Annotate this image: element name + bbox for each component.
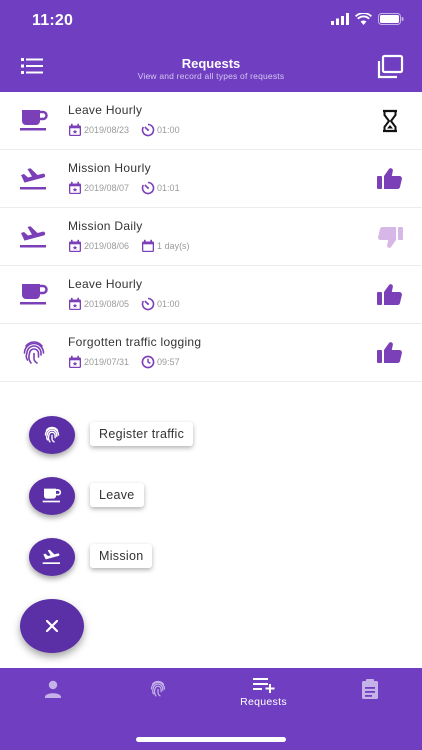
calendar-days-icon bbox=[142, 239, 155, 252]
calendar-star-icon bbox=[69, 297, 81, 310]
timer-icon bbox=[141, 181, 155, 195]
nav-traffic[interactable] bbox=[105, 678, 210, 718]
timer-icon bbox=[141, 123, 155, 137]
signal-icon bbox=[331, 13, 349, 25]
close-icon bbox=[45, 619, 59, 633]
status-bar: 11:20 bbox=[0, 0, 422, 40]
thumbs-up-icon bbox=[376, 340, 404, 366]
home-indicator bbox=[136, 737, 286, 742]
request-date: 2019/08/07 bbox=[84, 183, 130, 193]
fingerprint-icon bbox=[150, 680, 165, 697]
timer-icon bbox=[141, 297, 155, 311]
airplane-icon bbox=[18, 164, 50, 194]
leave-fab[interactable] bbox=[29, 477, 75, 515]
request-row[interactable]: Leave Hourly 2019/08/23 01:00 bbox=[0, 92, 422, 150]
playlist-add-icon bbox=[252, 678, 274, 693]
thumbs-down-icon bbox=[376, 224, 404, 250]
leave-label[interactable]: Leave bbox=[90, 483, 144, 507]
request-date: 2019/08/06 bbox=[84, 241, 130, 251]
request-title: Mission Hourly bbox=[68, 161, 151, 175]
request-row[interactable]: Leave Hourly 2019/08/05 01:00 bbox=[0, 266, 422, 324]
nav-requests[interactable]: Requests bbox=[211, 676, 316, 716]
request-title: Mission Daily bbox=[68, 219, 143, 233]
register-traffic-label[interactable]: Register traffic bbox=[90, 422, 194, 446]
clock-icon bbox=[141, 355, 155, 369]
windows-button[interactable] bbox=[376, 54, 404, 80]
thumbs-up-icon bbox=[376, 282, 404, 308]
request-title: Forgotten traffic logging bbox=[68, 335, 202, 349]
request-date: 2019/08/23 bbox=[84, 125, 130, 135]
calendar-star-icon bbox=[69, 355, 81, 368]
request-meta: 2019/08/23 01:00 bbox=[68, 122, 180, 138]
register-traffic-fab[interactable] bbox=[29, 416, 75, 454]
thumbs-up-icon bbox=[376, 166, 404, 192]
coffee-cup-icon bbox=[18, 280, 50, 310]
request-duration: 01:00 bbox=[157, 125, 180, 135]
page-subtitle: View and record all types of requests bbox=[137, 71, 285, 81]
request-duration: 09:57 bbox=[157, 357, 180, 367]
nav-reports[interactable] bbox=[317, 678, 422, 718]
request-title: Leave Hourly bbox=[68, 277, 143, 291]
calendar-star-icon bbox=[69, 181, 81, 194]
request-meta: 2019/08/05 01:00 bbox=[68, 296, 180, 312]
stacked-windows-icon bbox=[377, 54, 404, 79]
coffee-cup-icon bbox=[18, 106, 50, 136]
nav-requests-label: Requests bbox=[240, 696, 287, 708]
request-duration: 1 day(s) bbox=[157, 241, 190, 251]
wifi-icon bbox=[355, 13, 372, 25]
request-meta: 2019/08/07 01:01 bbox=[68, 180, 180, 196]
battery-icon bbox=[378, 13, 404, 25]
request-title: Leave Hourly bbox=[68, 103, 143, 117]
status-time: 11:20 bbox=[32, 12, 74, 29]
request-row[interactable]: Mission Hourly 2019/08/07 01:01 bbox=[0, 150, 422, 208]
mission-fab[interactable] bbox=[29, 538, 75, 576]
request-list: Leave Hourly 2019/08/23 01:00 Mission Ho… bbox=[0, 92, 422, 382]
hourglass-icon bbox=[376, 108, 404, 134]
request-date: 2019/07/31 bbox=[84, 357, 130, 367]
mission-label[interactable]: Mission bbox=[90, 544, 153, 568]
request-row[interactable]: Forgotten traffic logging 2019/07/31 09:… bbox=[0, 324, 422, 382]
status-icons bbox=[331, 13, 404, 25]
fingerprint-icon bbox=[18, 338, 50, 368]
person-icon bbox=[44, 680, 61, 698]
nav-profile[interactable] bbox=[0, 678, 105, 718]
close-fab-button[interactable] bbox=[20, 599, 84, 653]
request-meta: 2019/07/31 09:57 bbox=[68, 354, 180, 370]
request-date: 2019/08/05 bbox=[84, 299, 130, 309]
calendar-star-icon bbox=[69, 123, 81, 136]
request-duration: 01:00 bbox=[157, 299, 180, 309]
request-row[interactable]: Mission Daily 2019/08/06 1 day(s) bbox=[0, 208, 422, 266]
clipboard-icon bbox=[361, 679, 378, 699]
request-meta: 2019/08/06 1 day(s) bbox=[68, 238, 190, 254]
request-duration: 01:01 bbox=[157, 183, 180, 193]
fingerprint-icon bbox=[44, 426, 60, 443]
app-header: 11:20 Requests View and record all types… bbox=[0, 0, 422, 92]
calendar-star-icon bbox=[69, 239, 81, 252]
airplane-icon bbox=[18, 222, 50, 252]
coffee-cup-icon bbox=[42, 488, 62, 503]
airplane-icon bbox=[42, 549, 60, 564]
page-title: Requests bbox=[181, 56, 241, 71]
